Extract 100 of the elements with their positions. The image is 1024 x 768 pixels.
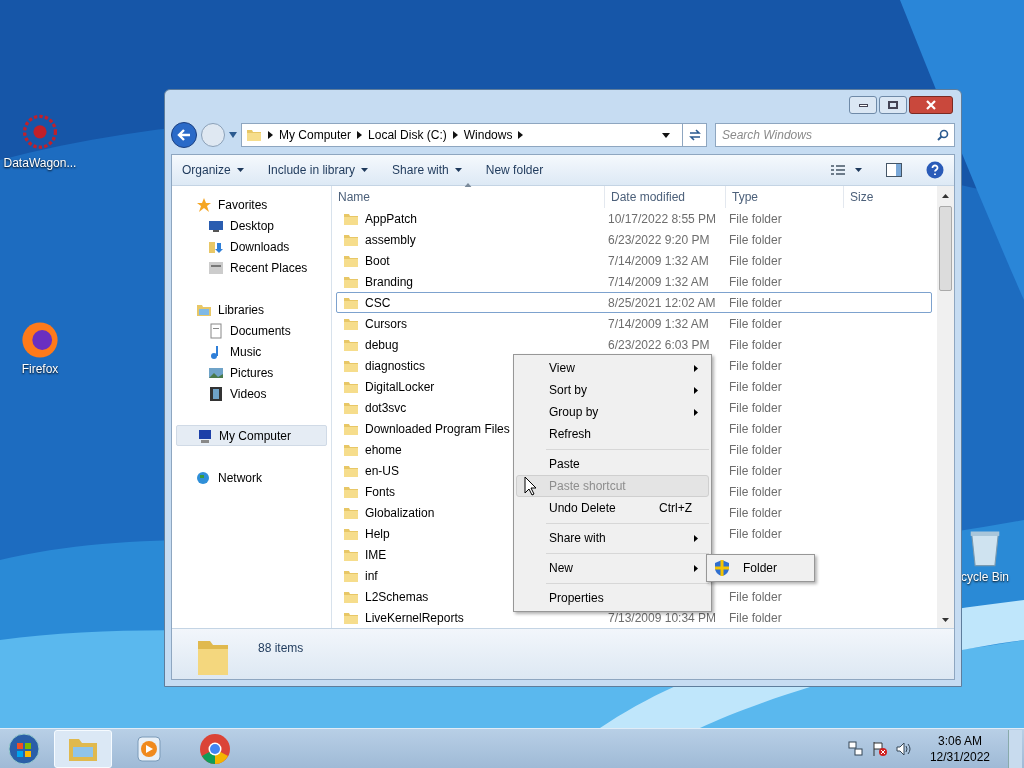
file-name: en-US	[365, 462, 399, 480]
clock-date[interactable]: 12/31/2022	[929, 748, 990, 765]
focused-file-row[interactable]: CSC 8/25/2021 12:02 AM File folder	[336, 292, 932, 313]
file-type: File folder	[729, 274, 782, 289]
menu-item[interactable]: Refresh	[516, 423, 709, 445]
menu-item[interactable]: Group by	[516, 401, 709, 423]
file-name: Help	[365, 525, 390, 543]
flag-icon[interactable]	[871, 740, 888, 757]
file-type: File folder	[729, 463, 782, 478]
file-name: Downloaded Program Files	[365, 420, 510, 438]
scroll-down-icon[interactable]	[942, 618, 949, 622]
file-type: File folder	[729, 295, 782, 310]
nav-item[interactable]: Music	[176, 341, 327, 362]
chevron-icon[interactable]	[268, 131, 273, 139]
menu-item[interactable]: Properties	[516, 587, 709, 609]
toolbar-button[interactable]: New folder	[485, 161, 544, 179]
clock-time[interactable]: 3:06 AM	[937, 732, 982, 749]
file-name: Branding	[365, 273, 414, 291]
chevron-icon[interactable]	[357, 131, 363, 139]
submenu-arrow-icon	[694, 386, 698, 394]
file-type: File folder	[729, 337, 782, 352]
star-icon	[196, 196, 212, 213]
menu-item[interactable]: New	[516, 557, 709, 579]
chevron-icon[interactable]	[518, 131, 524, 139]
date-modified: 7/14/2009 1:32 AM	[608, 316, 709, 331]
submenu-arrow-icon	[694, 364, 698, 372]
close-button[interactable]	[909, 96, 953, 114]
windows-logo-icon	[8, 732, 40, 765]
recent-icon	[208, 259, 224, 276]
menu-item[interactable]: Share with	[516, 527, 709, 549]
help-icon[interactable]	[926, 161, 944, 179]
item-count: 88 items	[258, 640, 304, 657]
date-modified: 7/13/2009 10:34 PM	[608, 610, 717, 625]
nav-item[interactable]: My Computer	[176, 425, 327, 446]
breadcrumb[interactable]: Local Disk (C:)	[368, 126, 447, 144]
browser-icon	[199, 732, 231, 765]
file-name: IME	[365, 546, 387, 564]
shield-icon	[715, 560, 729, 576]
menu-item[interactable]: View	[516, 357, 709, 379]
minimize-button[interactable]	[849, 96, 877, 114]
nav-item[interactable]: Downloads	[176, 236, 327, 257]
file-type: File folder	[729, 253, 782, 268]
menu-item[interactable]: Sort by	[516, 379, 709, 401]
desktop-icon-label: cycle Bin	[961, 570, 1009, 585]
chevron-icon[interactable]	[452, 131, 458, 139]
nav-item[interactable]: Videos	[176, 383, 327, 404]
documents-icon	[208, 322, 224, 339]
file-type: File folder	[729, 358, 782, 373]
mouse-pointer-icon	[524, 476, 537, 496]
submenu-arrow-icon	[694, 534, 698, 542]
nav-item[interactable]: Libraries	[176, 299, 327, 320]
column-header[interactable]: Type	[726, 186, 844, 208]
column-header[interactable]: Date modified	[605, 186, 726, 208]
nav-item[interactable]: Favorites	[176, 194, 327, 215]
file-name: assembly	[365, 231, 416, 249]
refresh-icon	[687, 129, 702, 141]
search-field[interactable]: Search Windows	[715, 123, 955, 147]
caret-icon[interactable]	[229, 132, 237, 138]
breadcrumb[interactable]: My Computer	[279, 126, 352, 144]
preview-pane-icon[interactable]	[886, 163, 902, 177]
view-options-button[interactable]	[831, 165, 862, 175]
file-name: LiveKernelReports	[365, 609, 464, 627]
file-name: CSC	[365, 294, 391, 312]
file-name: diagnostics	[365, 357, 426, 375]
nav-item[interactable]: Desktop	[176, 215, 327, 236]
file-name: Fonts	[365, 483, 395, 501]
maximize-button[interactable]	[879, 96, 907, 114]
toolbar-button[interactable]: Share with	[392, 161, 462, 179]
toolbar-button[interactable]: Include in library	[267, 161, 369, 179]
scrollbar[interactable]	[937, 186, 954, 628]
speaker-icon[interactable]	[895, 740, 912, 757]
close-icon	[926, 100, 936, 110]
file-name: inf	[365, 567, 378, 585]
menu-item[interactable]: Undo Delete Ctrl+Z	[516, 497, 709, 519]
nav-item[interactable]: Pictures	[176, 362, 327, 383]
computer-icon	[197, 427, 213, 444]
nav-item[interactable]: Documents	[176, 320, 327, 341]
file-type: File folder	[729, 232, 782, 247]
scroll-thumb[interactable]	[939, 206, 952, 291]
file-type: File folder	[729, 442, 782, 457]
network-icon[interactable]	[847, 740, 864, 757]
folder-icon	[246, 127, 262, 143]
address-bar[interactable]: My Computer Local Disk (C:) Windows	[241, 123, 707, 147]
file-name: dot3svc	[365, 399, 407, 417]
nav-item[interactable]: Recent Places	[176, 257, 327, 278]
file-type: File folder	[729, 421, 782, 436]
scroll-up-icon[interactable]	[942, 194, 949, 198]
menu-item[interactable]: Paste	[516, 453, 709, 475]
menu-item[interactable]: Folder	[709, 557, 812, 579]
dropdown-icon[interactable]	[662, 132, 670, 138]
column-header[interactable]: Name	[332, 186, 605, 208]
nav-item[interactable]: Network	[176, 467, 327, 488]
file-type: File folder	[729, 484, 782, 499]
back-button[interactable]	[171, 122, 197, 148]
caret-icon	[454, 168, 462, 172]
file-type: File folder	[729, 526, 782, 541]
date-modified: 8/25/2021 12:02 AM	[608, 295, 716, 310]
toolbar-button[interactable]: Organize	[182, 161, 244, 179]
caret-icon	[236, 168, 244, 172]
breadcrumb[interactable]: Windows	[463, 126, 513, 144]
